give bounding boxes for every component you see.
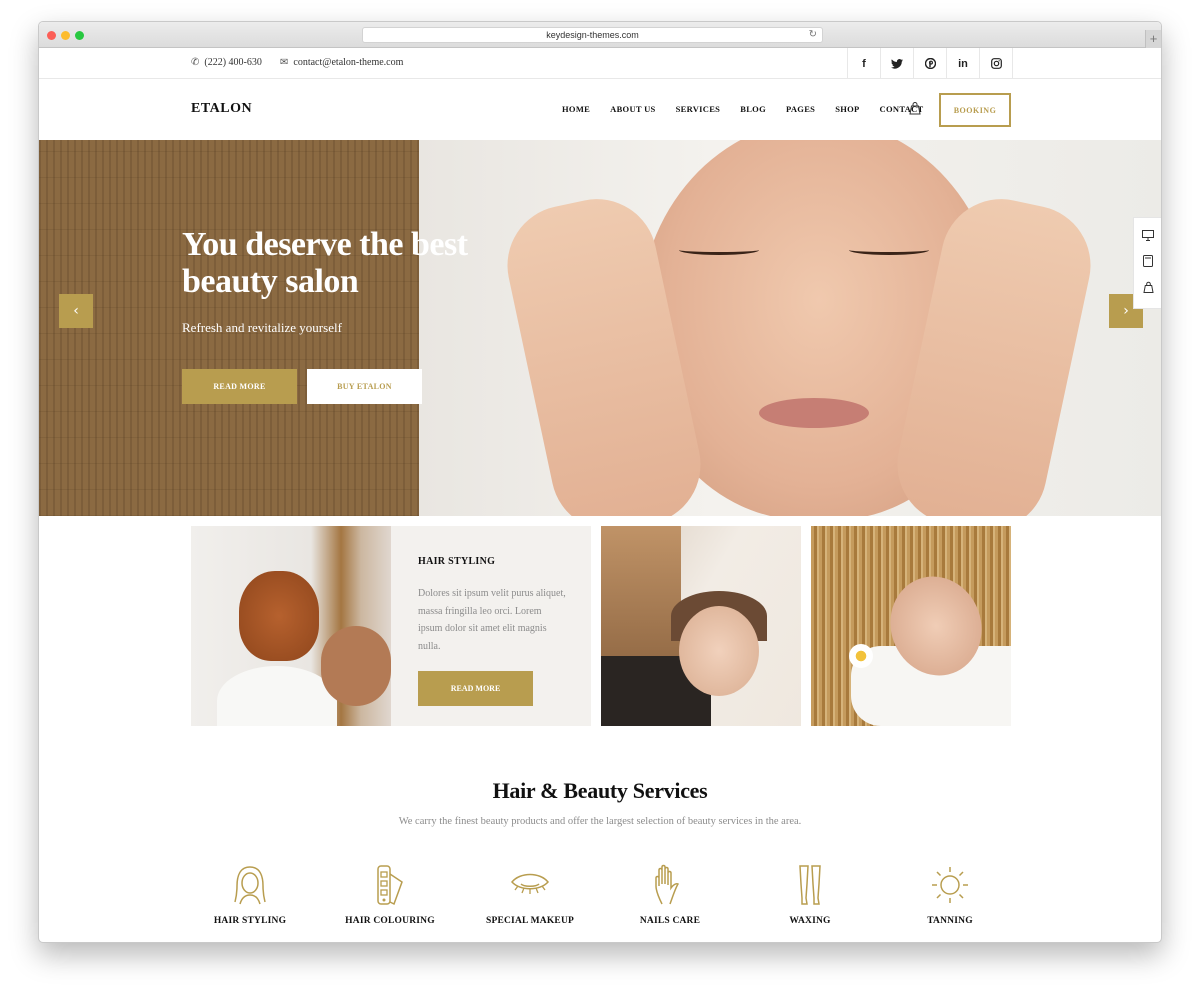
- hair-styling-photo: [191, 526, 391, 726]
- feature-text: Dolores sit ipsum velit purus aliquet, m…: [418, 588, 566, 652]
- client-shoulders: [217, 666, 337, 726]
- close-window-button[interactable]: [47, 31, 56, 40]
- service-special-makeup[interactable]: SPECIAL MAKEUP: [470, 864, 590, 926]
- twitter-icon[interactable]: [881, 48, 914, 79]
- service-label: WAXING: [789, 916, 831, 926]
- phone-number: (222) 400-630: [204, 57, 262, 68]
- nav-item-blog[interactable]: BLOG: [740, 104, 766, 114]
- top-bar: ✆ (222) 400-630 ✉ contact@etalon-theme.c…: [39, 48, 1161, 79]
- hand-icon: [655, 864, 680, 905]
- service-label: SPECIAL MAKEUP: [485, 916, 575, 926]
- address-bar[interactable]: keydesign-themes.com ↻: [362, 27, 823, 43]
- makeup-photo: [601, 526, 801, 726]
- document-icon[interactable]: [1143, 254, 1153, 270]
- legs-icon: [799, 865, 821, 905]
- nav-item-services[interactable]: SERVICES: [676, 104, 721, 114]
- hero-lips: [759, 398, 869, 428]
- service-hair-styling[interactable]: HAIR STYLING: [190, 864, 310, 926]
- browser-chrome: keydesign-themes.com ↻ +: [39, 22, 1161, 48]
- hero-eye-left: [679, 245, 759, 255]
- linkedin-icon[interactable]: in: [947, 48, 980, 79]
- nav-menu: HOME ABOUT US SERVICES BLOG PAGES SHOP C…: [562, 104, 944, 114]
- slider-prev-button[interactable]: ‹: [59, 294, 93, 328]
- hero-subtitle: Refresh and revitalize yourself: [182, 320, 342, 335]
- hair-bun: [239, 571, 319, 661]
- chevron-left-icon: ‹: [73, 303, 79, 319]
- hero-buy-button[interactable]: BUY ETALON: [307, 369, 422, 404]
- pinterest-icon[interactable]: [914, 48, 947, 79]
- envelope-icon: ✉: [280, 57, 289, 68]
- shopping-bag-icon[interactable]: [909, 101, 921, 115]
- feature-title: HAIR STYLING: [418, 556, 496, 567]
- hero-read-more-button[interactable]: READ MORE: [182, 369, 297, 404]
- browser-window: keydesign-themes.com ↻ + ✆ (222) 400-630…: [38, 21, 1162, 943]
- service-waxing[interactable]: WAXING: [750, 864, 870, 926]
- nav-item-home[interactable]: HOME: [562, 104, 590, 114]
- nav-item-about-us[interactable]: ABOUT US: [610, 104, 655, 114]
- bag-icon[interactable]: [1142, 281, 1154, 296]
- service-label: NAILS CARE: [639, 916, 701, 926]
- new-tab-button[interactable]: +: [1145, 30, 1161, 48]
- services-title: Hair & Beauty Services: [492, 778, 708, 803]
- maximize-window-button[interactable]: [75, 31, 84, 40]
- social-links: f in: [847, 48, 1013, 79]
- feature-card: HAIR STYLING Dolores sit ipsum velit pur…: [391, 526, 591, 726]
- spa-massage-photo: [811, 526, 1011, 726]
- email-contact[interactable]: ✉ contact@etalon-theme.com: [280, 57, 403, 68]
- nav-item-pages[interactable]: PAGES: [786, 104, 815, 114]
- sun-icon: [932, 867, 968, 903]
- frangipani-flower: [849, 644, 873, 668]
- nav-item-shop[interactable]: SHOP: [835, 104, 859, 114]
- url-text: keydesign-themes.com: [546, 30, 639, 40]
- services-subtitle: We carry the finest beauty products and …: [398, 816, 802, 827]
- feature-read-more-button[interactable]: READ MORE: [418, 671, 533, 706]
- phone-icon: ✆: [191, 57, 200, 68]
- hero-eye-right: [849, 245, 929, 255]
- facebook-icon[interactable]: f: [848, 48, 881, 79]
- model-face: [679, 606, 759, 696]
- reload-icon[interactable]: ↻: [809, 28, 817, 42]
- service-label: TANNING: [927, 916, 973, 926]
- instagram-icon[interactable]: [980, 48, 1013, 79]
- demo-side-panel: [1133, 217, 1161, 309]
- woman-head-icon: [234, 866, 266, 905]
- main-navigation: ETALON HOME ABOUT US SERVICES BLOG PAGES…: [39, 79, 1161, 140]
- service-hair-colouring[interactable]: HAIR COLOURING: [330, 864, 450, 926]
- monitor-icon[interactable]: [1142, 229, 1154, 244]
- color-swatch-icon: [377, 865, 403, 906]
- hero-slider: You deserve the best beauty salon Refres…: [39, 140, 1161, 516]
- service-label: HAIR COLOURING: [345, 916, 435, 926]
- service-label: HAIR STYLING: [213, 916, 287, 926]
- phone-contact[interactable]: ✆ (222) 400-630: [191, 57, 262, 68]
- site-logo[interactable]: ETALON: [191, 101, 252, 117]
- chevron-right-icon: ›: [1123, 303, 1129, 319]
- booking-button[interactable]: BOOKING: [939, 93, 1011, 127]
- stylist-arm: [321, 626, 391, 706]
- minimize-window-button[interactable]: [61, 31, 70, 40]
- hero-title: You deserve the best beauty salon: [182, 226, 468, 300]
- service-tanning[interactable]: TANNING: [890, 864, 1010, 926]
- service-nails-care[interactable]: NAILS CARE: [610, 864, 730, 926]
- email-address: contact@etalon-theme.com: [293, 57, 404, 68]
- eye-lashes-icon: [511, 873, 549, 894]
